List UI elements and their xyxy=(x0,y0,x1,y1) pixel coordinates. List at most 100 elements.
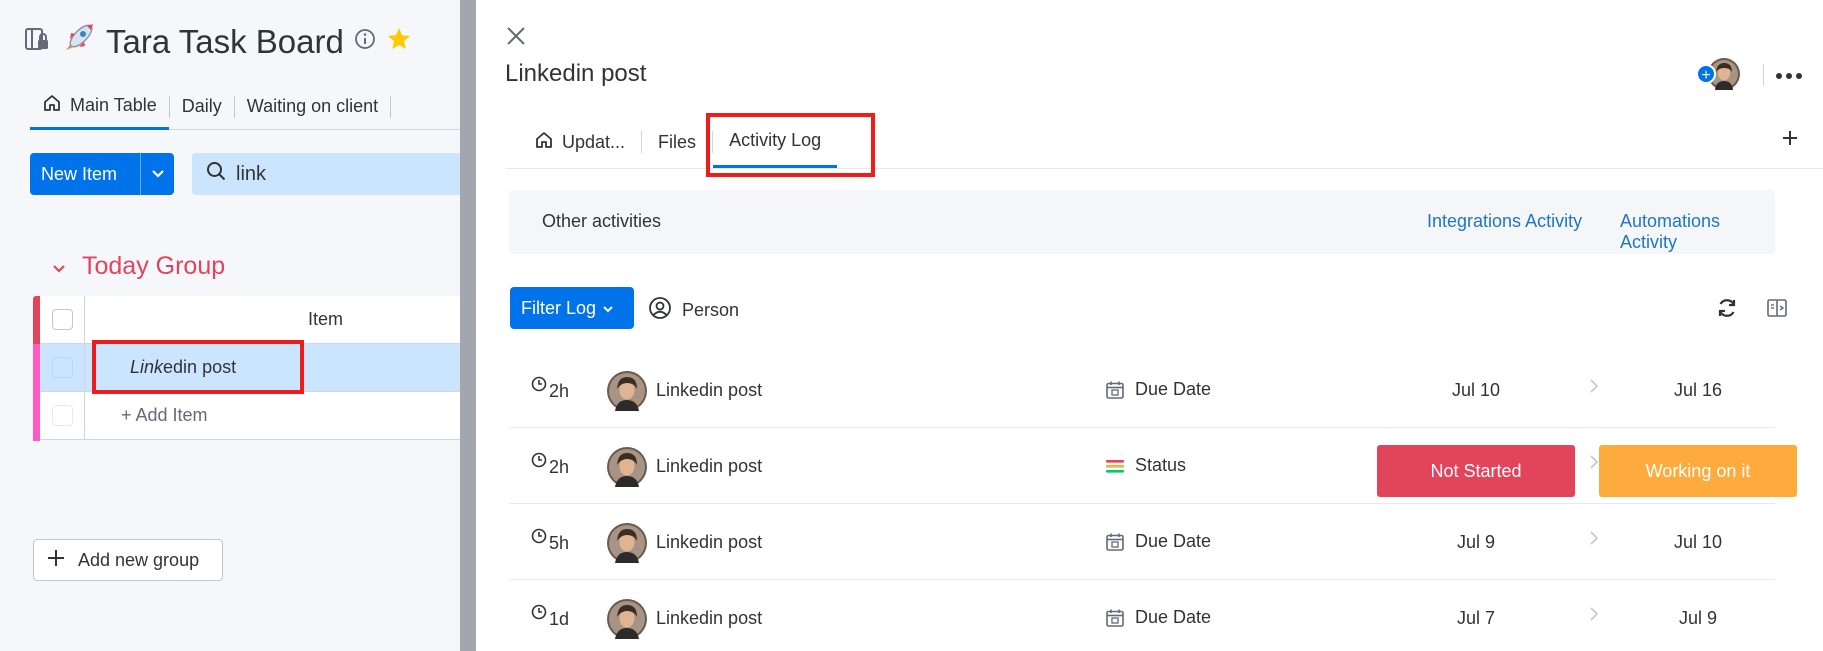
tab-main-table[interactable]: Main Table xyxy=(30,84,169,130)
chevron-down-icon xyxy=(602,298,614,319)
activity-item-name[interactable]: Linkedin post xyxy=(656,532,762,553)
status-badge-old: Not Started xyxy=(1377,445,1575,497)
tab-files[interactable]: Files xyxy=(642,116,712,168)
tab-waiting-on-client[interactable]: Waiting on client xyxy=(235,84,390,130)
home-icon xyxy=(42,93,62,118)
item-panel: Linkedin post + Updat... Files Activity … xyxy=(476,0,1823,651)
clock-icon xyxy=(531,452,547,468)
plus-icon xyxy=(46,548,66,573)
board-view: Tara Task Board Main Table Daily Waiting… xyxy=(0,0,470,651)
column-divider xyxy=(84,296,85,344)
activity-item-name[interactable]: Linkedin post xyxy=(656,456,762,477)
table-header-row: Item xyxy=(40,296,470,344)
add-item-button[interactable]: + Add Item xyxy=(121,405,208,426)
filter-log-button[interactable]: Filter Log xyxy=(510,287,634,329)
activity-row[interactable]: 1d Linkedin post Due Date Jul 7 Jul 9 xyxy=(509,580,1775,651)
activity-time: 5h xyxy=(531,528,569,554)
activity-column: Due Date xyxy=(1105,379,1211,400)
tab-daily[interactable]: Daily xyxy=(170,84,234,130)
tab-label: Daily xyxy=(181,96,222,116)
time-text: 1d xyxy=(549,609,570,629)
highlight-box-item xyxy=(92,340,304,394)
activity-time: 1d xyxy=(531,604,569,630)
add-group-label: Add new group xyxy=(78,549,200,570)
new-item-button[interactable]: New Item xyxy=(30,153,174,195)
status-icon xyxy=(1106,459,1124,473)
activity-column: Due Date xyxy=(1105,531,1211,552)
chevron-down-icon[interactable] xyxy=(140,153,174,195)
export-icon[interactable] xyxy=(1766,297,1788,324)
calendar-icon xyxy=(1106,381,1124,399)
avatar xyxy=(607,371,647,411)
panel-divider[interactable] xyxy=(460,0,476,651)
refresh-icon[interactable] xyxy=(1716,297,1738,324)
more-options-icon[interactable] xyxy=(1776,56,1802,87)
group-title[interactable]: Today Group xyxy=(82,252,225,281)
column-name: Due Date xyxy=(1135,379,1212,399)
search-icon xyxy=(206,161,226,187)
board-view-tabs: Main Table Daily Waiting on client xyxy=(30,84,470,130)
calendar-icon xyxy=(1106,533,1124,551)
integrations-activity-link[interactable]: Integrations Activity xyxy=(1427,211,1582,232)
time-text: 2h xyxy=(549,457,570,477)
search-input[interactable]: link xyxy=(192,153,470,195)
status-badge-new: Working on it xyxy=(1599,445,1797,497)
activity-time: 2h xyxy=(531,376,569,402)
activity-time: 2h xyxy=(531,452,569,478)
activity-column: Status xyxy=(1105,455,1186,476)
new-item-label: New Item xyxy=(41,163,118,184)
time-text: 5h xyxy=(549,533,570,553)
chevron-down-icon[interactable] xyxy=(52,252,66,281)
person-label: Person xyxy=(682,300,740,320)
clock-icon xyxy=(531,604,547,620)
avatar xyxy=(607,447,647,487)
board-lock-icon[interactable] xyxy=(24,26,50,57)
chevron-right-icon xyxy=(1589,454,1599,475)
highlight-box-activity-log xyxy=(706,113,875,177)
new-value: Jul 16 xyxy=(1673,380,1723,400)
info-icon[interactable] xyxy=(354,28,376,55)
other-activities-bar: Other activities Integrations Activity A… xyxy=(509,190,1775,254)
avatar xyxy=(607,599,647,639)
add-subscriber-icon[interactable]: + xyxy=(1696,64,1716,84)
tab-label: Waiting on client xyxy=(246,96,379,116)
clock-icon xyxy=(531,528,547,544)
group-header[interactable]: Today Group xyxy=(52,252,225,281)
panel-title[interactable]: Linkedin post xyxy=(505,60,646,88)
star-icon[interactable] xyxy=(386,26,412,57)
activity-row[interactable]: 2h Linkedin post Due Date Jul 10 Jul 16 xyxy=(509,352,1775,428)
old-value: Jul 9 xyxy=(1456,532,1496,552)
activity-item-name[interactable]: Linkedin post xyxy=(656,608,762,629)
activity-row[interactable]: 5h Linkedin post Due Date Jul 9 Jul 10 xyxy=(509,504,1775,580)
board-title[interactable]: Tara Task Board xyxy=(106,23,344,61)
new-value: Jul 9 xyxy=(1678,608,1718,628)
close-icon[interactable] xyxy=(506,24,526,50)
filter-log-label: Filter Log xyxy=(521,297,597,318)
tab-divider xyxy=(390,95,392,118)
tab-updates[interactable]: Updat... xyxy=(518,116,641,168)
activity-row[interactable]: 2h Linkedin post Status Not Started Work… xyxy=(509,428,1797,504)
calendar-icon xyxy=(1106,609,1124,627)
row-checkbox xyxy=(52,405,73,426)
person-icon xyxy=(648,296,672,325)
time-text: 2h xyxy=(549,381,570,401)
board-header: Tara Task Board xyxy=(24,22,412,61)
rocket-icon xyxy=(60,22,96,61)
column-name: Due Date xyxy=(1135,607,1212,627)
search-value: link xyxy=(236,162,267,185)
add-new-group-button[interactable]: Add new group xyxy=(33,539,223,581)
column-divider xyxy=(84,344,85,392)
add-item-row[interactable]: + Add Item xyxy=(40,392,470,440)
add-view-icon[interactable] xyxy=(1782,126,1798,152)
activity-item-name[interactable]: Linkedin post xyxy=(656,380,762,401)
old-value: Jul 10 xyxy=(1451,380,1501,400)
home-icon xyxy=(534,130,554,155)
select-all-checkbox[interactable] xyxy=(52,309,73,330)
row-checkbox[interactable] xyxy=(52,357,73,378)
automations-activity-link[interactable]: Automations Activity xyxy=(1620,211,1775,253)
column-divider xyxy=(84,392,85,440)
subscribers[interactable]: + xyxy=(1696,58,1744,90)
tabs-underline xyxy=(506,168,1823,169)
group-color-bar xyxy=(33,344,40,441)
person-filter[interactable]: Person xyxy=(648,296,739,325)
